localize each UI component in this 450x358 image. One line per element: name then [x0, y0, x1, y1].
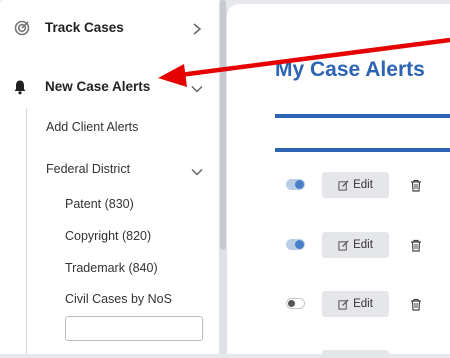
- chevron-down-icon[interactable]: [191, 166, 203, 178]
- sidebar-item-patent[interactable]: Patent (830): [65, 197, 134, 211]
- edit-icon: [338, 239, 349, 251]
- sidebar: Track Cases New Case Alerts Add Client A…: [0, 0, 219, 354]
- main-panel: My Case Alerts Edit Edit Edit: [227, 4, 450, 358]
- edit-button[interactable]: Edit: [322, 232, 389, 258]
- sidebar-item-label: New Case Alerts: [45, 79, 151, 94]
- sidebar-item-copyright[interactable]: Copyright (820): [65, 229, 151, 243]
- chevron-right-icon[interactable]: [191, 23, 203, 35]
- edit-label: Edit: [353, 179, 373, 191]
- bell-icon: [14, 80, 26, 95]
- edit-icon: [338, 298, 349, 310]
- scrollbar-thumb[interactable]: [220, 0, 226, 250]
- trash-icon[interactable]: [410, 179, 422, 192]
- edit-button[interactable]: Edit: [322, 172, 389, 198]
- edit-label: Edit: [353, 298, 373, 310]
- sidebar-item-trademark[interactable]: Trademark (840): [65, 261, 158, 275]
- alert-toggle[interactable]: [286, 179, 305, 190]
- sidebar-item-new-case-alerts[interactable]: New Case Alerts: [0, 74, 219, 100]
- edit-button[interactable]: Edit: [322, 291, 389, 317]
- alert-toggle[interactable]: [286, 298, 305, 309]
- civil-cases-input[interactable]: [65, 316, 203, 341]
- page-title: My Case Alerts: [275, 58, 425, 81]
- sidebar-item-add-client-alerts[interactable]: Add Client Alerts: [46, 120, 138, 134]
- sidebar-item-track-cases[interactable]: Track Cases: [0, 15, 219, 41]
- chevron-down-icon[interactable]: [191, 83, 203, 95]
- tree-connector: [26, 108, 27, 354]
- edit-button[interactable]: [322, 350, 389, 358]
- sidebar-item-label: Track Cases: [45, 20, 124, 35]
- alert-toggle[interactable]: [286, 239, 305, 250]
- sidebar-item-federal-district[interactable]: Federal District: [46, 162, 219, 180]
- target-icon: [14, 20, 30, 36]
- edit-icon: [338, 179, 349, 191]
- trash-icon[interactable]: [410, 298, 422, 311]
- sidebar-scrollbar[interactable]: [219, 0, 227, 354]
- civil-cases-label: Civil Cases by NoS: [65, 292, 172, 306]
- edit-label: Edit: [353, 239, 373, 251]
- header-divider: [275, 148, 450, 152]
- title-divider: [275, 114, 450, 118]
- trash-icon[interactable]: [410, 239, 422, 252]
- sidebar-item-label: Federal District: [46, 162, 131, 176]
